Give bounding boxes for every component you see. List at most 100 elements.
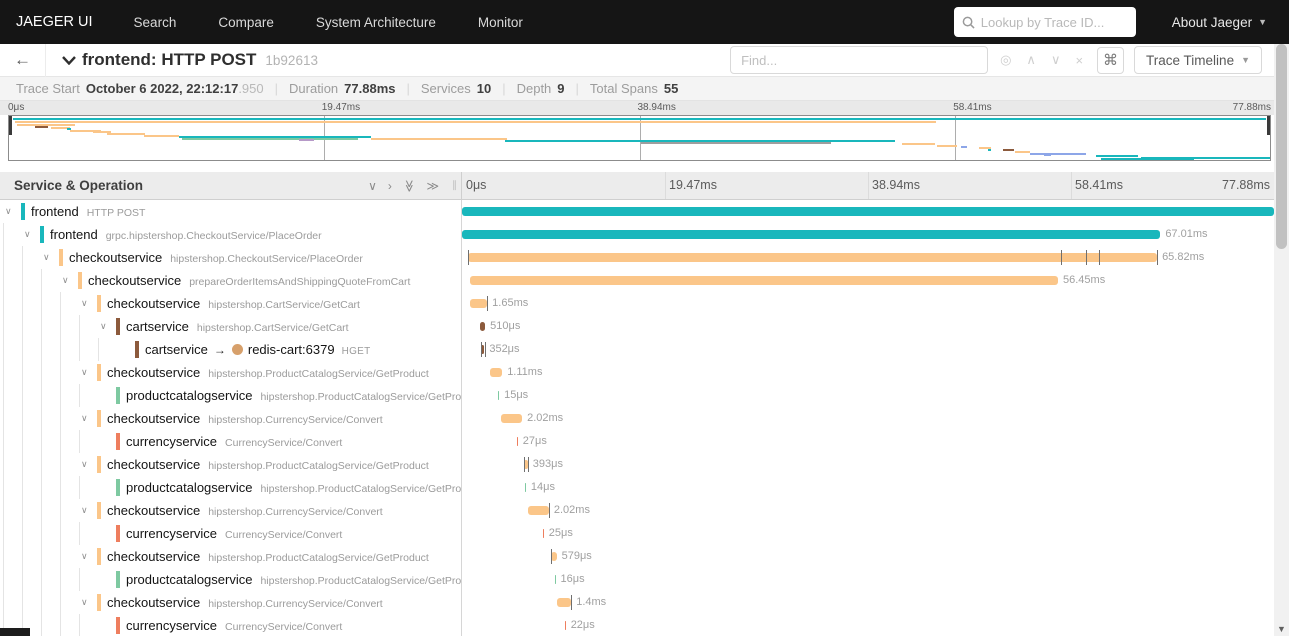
viewport-left-handle[interactable] bbox=[9, 116, 12, 135]
span-name-cell[interactable]: ∨ checkoutservice hipstershop.CurrencyServ… bbox=[0, 407, 462, 430]
span-duration-bar[interactable] bbox=[462, 207, 1274, 216]
span-timeline-cell[interactable]: 22μs bbox=[462, 614, 1274, 636]
focus-target-icon[interactable]: ◎ bbox=[1000, 52, 1011, 68]
span-name-cell[interactable]: ∨ checkoutservice hipstershop.CheckoutServ… bbox=[0, 246, 462, 269]
span-timeline-cell[interactable]: 1.65ms bbox=[462, 292, 1274, 315]
span-row[interactable]: productcatalogservice hipstershop.Product… bbox=[0, 476, 1274, 499]
span-row[interactable]: currencyservice CurrencyService/Convert 27… bbox=[0, 430, 1274, 453]
span-name-cell[interactable]: currencyservice CurrencyService/Convert bbox=[0, 522, 462, 545]
span-row[interactable]: ∨ checkoutservice hipstershop.ProductCatal… bbox=[0, 361, 1274, 384]
span-duration-bar[interactable] bbox=[500, 414, 523, 423]
span-row[interactable]: productcatalogservice hipstershop.Product… bbox=[0, 568, 1274, 591]
span-duration-bar[interactable] bbox=[564, 621, 566, 630]
span-collapse-chevron-icon[interactable]: ∨ bbox=[81, 551, 88, 562]
nav-item-search[interactable]: Search bbox=[113, 15, 198, 30]
span-row[interactable]: currencyservice CurrencyService/Convert 25… bbox=[0, 522, 1274, 545]
span-duration-bar[interactable] bbox=[527, 506, 549, 515]
viewport-right-handle[interactable] bbox=[1267, 116, 1270, 135]
span-row[interactable]: ∨ checkoutservice hipstershop.CurrencyServ… bbox=[0, 591, 1274, 614]
timeline-minimap[interactable] bbox=[8, 115, 1271, 161]
span-timeline-cell[interactable]: 2.02ms bbox=[462, 407, 1274, 430]
span-timeline-cell[interactable]: 1.11ms bbox=[462, 361, 1274, 384]
find-input[interactable] bbox=[730, 46, 989, 74]
span-collapse-chevron-icon[interactable]: ∨ bbox=[81, 367, 88, 378]
span-row[interactable]: ∨ checkoutservice hipstershop.CheckoutServ… bbox=[0, 246, 1274, 269]
span-name-cell[interactable]: ∨ checkoutservice hipstershop.ProductCatal… bbox=[0, 361, 462, 384]
trace-view-selector[interactable]: Trace Timeline ▼ bbox=[1134, 46, 1262, 74]
span-timeline-cell[interactable]: 27μs bbox=[462, 430, 1274, 453]
span-duration-bar[interactable] bbox=[498, 391, 500, 400]
span-duration-bar[interactable] bbox=[554, 575, 556, 584]
span-row[interactable]: ∨ cartservice hipstershop.CartService/GetC… bbox=[0, 315, 1274, 338]
span-timeline-cell[interactable]: 393μs bbox=[462, 453, 1274, 476]
span-timeline-cell[interactable]: 67.01ms bbox=[462, 223, 1274, 246]
scrollbar-thumb[interactable] bbox=[1276, 44, 1287, 249]
span-timeline-cell[interactable]: 2.02ms bbox=[462, 499, 1274, 522]
column-resize-grip[interactable]: ∥ bbox=[452, 180, 458, 191]
span-row[interactable]: cartservice → redis-cart:6379 HGET 352μs bbox=[0, 338, 1274, 361]
span-timeline-cell[interactable] bbox=[462, 200, 1274, 223]
span-collapse-chevron-icon[interactable]: ∨ bbox=[43, 252, 50, 263]
about-jaeger-menu[interactable]: About Jaeger ▼ bbox=[1172, 15, 1267, 30]
span-timeline-cell[interactable]: 1.4ms bbox=[462, 591, 1274, 614]
span-duration-bar[interactable] bbox=[470, 276, 1058, 285]
span-collapse-chevron-icon[interactable]: ∨ bbox=[100, 321, 107, 332]
span-duration-bar[interactable] bbox=[516, 437, 518, 446]
span-name-cell[interactable]: ∨ cartservice hipstershop.CartService/GetC… bbox=[0, 315, 462, 338]
span-collapse-chevron-icon[interactable]: ∨ bbox=[81, 505, 88, 516]
span-name-cell[interactable]: currencyservice CurrencyService/Convert bbox=[0, 614, 462, 636]
span-timeline-cell[interactable]: 16μs bbox=[462, 568, 1274, 591]
span-duration-bar[interactable] bbox=[556, 598, 572, 607]
collapse-trace-toggle[interactable] bbox=[62, 55, 76, 65]
page-scrollbar[interactable]: ▼ bbox=[1274, 44, 1289, 636]
span-row[interactable]: ∨ checkoutservice hipstershop.ProductCatal… bbox=[0, 453, 1274, 476]
span-row[interactable]: ∨ checkoutservice hipstershop.CartService/… bbox=[0, 292, 1274, 315]
span-duration-bar[interactable] bbox=[542, 529, 544, 538]
next-result-icon[interactable]: ∨ bbox=[1051, 52, 1061, 68]
span-name-cell[interactable]: ∨ frontend grpc.hipstershop.CheckoutServic… bbox=[0, 223, 462, 246]
span-duration-bar[interactable] bbox=[479, 322, 486, 331]
span-duration-bar[interactable] bbox=[490, 368, 503, 377]
scrollbar-down-arrow[interactable]: ▼ bbox=[1274, 624, 1289, 634]
app-brand[interactable]: JAEGER UI bbox=[0, 14, 113, 30]
span-duration-bar[interactable] bbox=[524, 483, 526, 492]
span-collapse-chevron-icon[interactable]: ∨ bbox=[81, 298, 88, 309]
collapse-one-icon[interactable]: ∨ bbox=[368, 179, 377, 193]
span-timeline-cell[interactable]: 65.82ms bbox=[462, 246, 1274, 269]
span-row[interactable]: ∨ checkoutservice prepareOrderItemsAndShip… bbox=[0, 269, 1274, 292]
span-timeline-cell[interactable]: 15μs bbox=[462, 384, 1274, 407]
span-name-cell[interactable]: ∨ checkoutservice hipstershop.ProductCatal… bbox=[0, 545, 462, 568]
span-name-cell[interactable]: currencyservice CurrencyService/Convert bbox=[0, 430, 462, 453]
trace-lookup-input[interactable] bbox=[980, 14, 1121, 30]
span-name-cell[interactable]: cartservice → redis-cart:6379 HGET bbox=[0, 338, 462, 361]
span-row[interactable]: ∨ checkoutservice hipstershop.CurrencyServ… bbox=[0, 407, 1274, 430]
span-timeline-cell[interactable]: 352μs bbox=[462, 338, 1274, 361]
trace-lookup-box[interactable] bbox=[953, 7, 1136, 37]
span-name-cell[interactable]: ∨ checkoutservice hipstershop.ProductCatal… bbox=[0, 453, 462, 476]
span-row[interactable]: ∨ checkoutservice hipstershop.ProductCatal… bbox=[0, 545, 1274, 568]
collapse-all-icon[interactable]: ≫ bbox=[402, 179, 416, 192]
span-name-cell[interactable]: productcatalogservice hipstershop.Product… bbox=[0, 476, 462, 499]
expand-one-icon[interactable]: › bbox=[388, 179, 392, 193]
span-name-cell[interactable]: ∨ checkoutservice prepareOrderItemsAndShip… bbox=[0, 269, 462, 292]
keyboard-shortcuts-button[interactable]: ⌘ bbox=[1097, 46, 1125, 74]
span-timeline-cell[interactable]: 14μs bbox=[462, 476, 1274, 499]
span-timeline-cell[interactable]: 25μs bbox=[462, 522, 1274, 545]
span-duration-bar[interactable] bbox=[462, 230, 1161, 239]
span-row[interactable]: currencyservice CurrencyService/Convert 22… bbox=[0, 614, 1274, 636]
span-name-cell[interactable]: ∨ checkoutservice hipstershop.CurrencyServ… bbox=[0, 591, 462, 614]
span-name-cell[interactable]: ∨ checkoutservice hipstershop.CurrencyServ… bbox=[0, 499, 462, 522]
span-row[interactable]: ∨ checkoutservice hipstershop.CurrencyServ… bbox=[0, 499, 1274, 522]
span-row[interactable]: ∨ frontend grpc.hipstershop.CheckoutServic… bbox=[0, 223, 1274, 246]
span-collapse-chevron-icon[interactable]: ∨ bbox=[81, 459, 88, 470]
span-timeline-cell[interactable]: 579μs bbox=[462, 545, 1274, 568]
span-duration-bar[interactable] bbox=[470, 299, 488, 308]
nav-item-system-architecture[interactable]: System Architecture bbox=[295, 15, 457, 30]
back-button[interactable]: ← bbox=[0, 43, 46, 77]
span-collapse-chevron-icon[interactable]: ∨ bbox=[62, 275, 69, 286]
span-name-cell[interactable]: productcatalogservice hipstershop.Product… bbox=[0, 568, 462, 591]
nav-item-compare[interactable]: Compare bbox=[197, 15, 295, 30]
span-collapse-chevron-icon[interactable]: ∨ bbox=[24, 229, 31, 240]
clear-find-icon[interactable]: × bbox=[1075, 53, 1083, 68]
span-row[interactable]: productcatalogservice hipstershop.Product… bbox=[0, 384, 1274, 407]
